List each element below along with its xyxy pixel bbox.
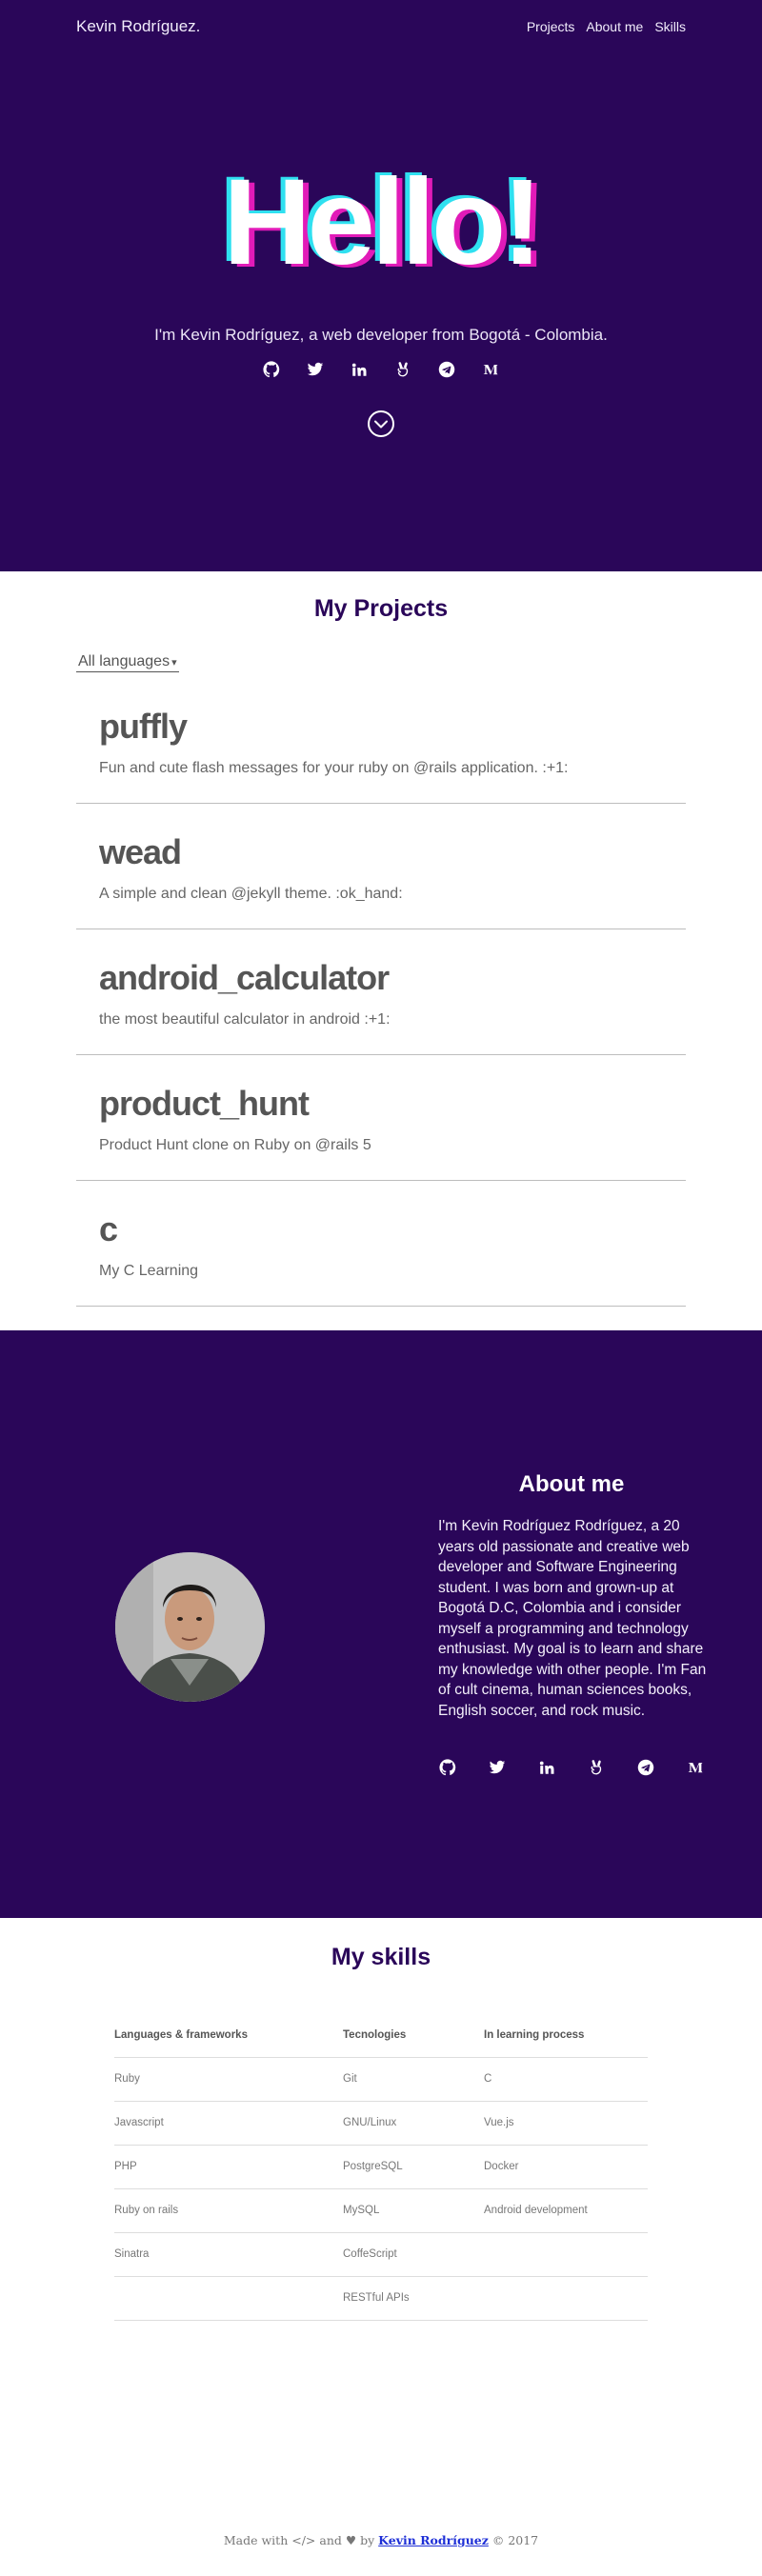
heart-icon: ♥ bbox=[345, 2533, 357, 2547]
github-icon[interactable] bbox=[262, 360, 281, 379]
project-item[interactable]: product_hunt Product Hunt clone on Ruby … bbox=[76, 1055, 686, 1181]
footer-by: by bbox=[360, 2533, 375, 2547]
table-row: PHP PostgreSQL Docker bbox=[114, 2145, 648, 2189]
projects-section: My Projects All languages ▾ puffly Fun an… bbox=[0, 571, 762, 1330]
medium-icon[interactable] bbox=[481, 360, 500, 379]
column-header: Tecnologies bbox=[343, 2013, 484, 2058]
project-item[interactable]: c My C Learning bbox=[76, 1181, 686, 1307]
nav-link-skills[interactable]: Skills bbox=[654, 19, 686, 34]
footer: Made with </> and ♥ by Kevin Rodríguez ©… bbox=[0, 2533, 762, 2547]
skills-title: My skills bbox=[331, 1944, 431, 1970]
about-section: About me I'm Kevin Rodríguez Rodríguez, … bbox=[0, 1330, 762, 1918]
linkedin-icon[interactable] bbox=[350, 360, 369, 379]
table-cell: MySQL bbox=[343, 2188, 484, 2233]
project-name[interactable]: c bbox=[99, 1209, 663, 1249]
table-cell bbox=[484, 2276, 648, 2321]
table-cell: Ruby bbox=[114, 2057, 343, 2102]
nav-links: Projects About me Skills bbox=[527, 19, 686, 34]
footer-copyright: © 2017 bbox=[491, 2533, 539, 2547]
about-title: About me bbox=[518, 1471, 625, 1497]
scroll-down-icon[interactable] bbox=[367, 409, 395, 438]
table-cell: Ruby on rails bbox=[114, 2188, 343, 2233]
language-filter-value: All languages bbox=[78, 653, 170, 669]
project-name[interactable]: product_hunt bbox=[99, 1084, 663, 1124]
column-header: Languages & frameworks bbox=[114, 2013, 343, 2058]
table-cell: GNU/Linux bbox=[343, 2101, 484, 2146]
table-cell: Javascript bbox=[114, 2101, 343, 2146]
angellist-icon[interactable] bbox=[393, 360, 412, 379]
linkedin-icon[interactable] bbox=[537, 1758, 556, 1777]
project-description: Product Hunt clone on Ruby on @rails 5 bbox=[99, 1137, 371, 1153]
brand-logo[interactable]: Kevin Rodríguez. bbox=[76, 17, 200, 36]
table-cell: Android development bbox=[484, 2188, 648, 2233]
nav-link-about-me[interactable]: About me bbox=[586, 19, 643, 34]
angellist-icon[interactable] bbox=[587, 1758, 606, 1777]
table-row: Javascript GNU/Linux Vue.js bbox=[114, 2101, 648, 2146]
about-text: I'm Kevin Rodríguez Rodríguez, a 20 year… bbox=[438, 1518, 707, 1719]
project-name[interactable]: puffly bbox=[99, 707, 663, 747]
table-cell: PostgreSQL bbox=[343, 2145, 484, 2189]
page: Kevin Rodríguez. Projects About me Skill… bbox=[0, 0, 762, 2576]
projects-title: My Projects bbox=[313, 595, 449, 622]
medium-icon[interactable] bbox=[686, 1758, 705, 1777]
language-filter-select[interactable]: All languages ▾ bbox=[76, 653, 179, 672]
footer-made-with: Made with bbox=[223, 2533, 289, 2547]
table-cell: RESTful APIs bbox=[343, 2276, 484, 2321]
project-item[interactable]: puffly Fun and cute flash messages for y… bbox=[76, 678, 686, 804]
project-name[interactable]: wead bbox=[99, 832, 663, 872]
code-icon: </> bbox=[291, 2533, 316, 2547]
table-row: Ruby Git C bbox=[114, 2057, 648, 2102]
twitter-icon[interactable] bbox=[488, 1758, 507, 1777]
hero-section: Kevin Rodríguez. Projects About me Skill… bbox=[0, 0, 762, 571]
chevron-down-icon: ▾ bbox=[171, 657, 177, 669]
project-description: Fun and cute flash messages for your rub… bbox=[99, 760, 569, 776]
telegram-icon[interactable] bbox=[636, 1758, 655, 1777]
table-cell: Docker bbox=[484, 2145, 648, 2189]
footer-author-link[interactable]: Kevin Rodríguez bbox=[378, 2533, 489, 2547]
project-item[interactable]: wead A simple and clean @jekyll theme. :… bbox=[76, 804, 686, 929]
github-icon[interactable] bbox=[438, 1758, 457, 1777]
project-list: puffly Fun and cute flash messages for y… bbox=[76, 678, 686, 1307]
column-header: In learning process bbox=[484, 2013, 648, 2058]
table-cell: CoffeScript bbox=[343, 2232, 484, 2277]
table-row: RESTful APIs bbox=[114, 2276, 648, 2321]
table-cell: C bbox=[484, 2057, 648, 2102]
table-cell: Git bbox=[343, 2057, 484, 2102]
table-row: Sinatra CoffeScript bbox=[114, 2232, 648, 2277]
hero-social-links bbox=[0, 360, 762, 379]
skills-section: My skills Languages & frameworks Tecnolo… bbox=[0, 1918, 762, 2576]
table-cell bbox=[114, 2276, 343, 2321]
table-cell: Vue.js bbox=[484, 2101, 648, 2146]
nav-link-projects[interactable]: Projects bbox=[527, 19, 575, 34]
hero-tagline: I'm Kevin Rodríguez, a web developer fro… bbox=[154, 326, 608, 344]
hero-greeting: Hello! bbox=[223, 154, 543, 290]
twitter-icon[interactable] bbox=[306, 360, 325, 379]
project-description: A simple and clean @jekyll theme. :ok_ha… bbox=[99, 886, 403, 902]
project-description: My C Learning bbox=[99, 1263, 199, 1279]
table-cell: Sinatra bbox=[114, 2232, 343, 2277]
project-item[interactable]: android_calculator the most beautiful ca… bbox=[76, 929, 686, 1055]
project-name[interactable]: android_calculator bbox=[99, 958, 663, 998]
telegram-icon[interactable] bbox=[437, 360, 456, 379]
footer-and: and bbox=[319, 2533, 342, 2547]
about-social-links bbox=[438, 1758, 705, 1777]
table-cell: PHP bbox=[114, 2145, 343, 2189]
table-row: Ruby on rails MySQL Android development bbox=[114, 2188, 648, 2233]
project-description: the most beautiful calculator in android… bbox=[99, 1011, 391, 1028]
profile-photo bbox=[115, 1552, 265, 1702]
top-nav: Kevin Rodríguez. Projects About me Skill… bbox=[76, 17, 686, 36]
table-header-row: Languages & frameworks Tecnologies In le… bbox=[114, 2013, 648, 2058]
table-cell bbox=[484, 2232, 648, 2277]
skills-table: Languages & frameworks Tecnologies In le… bbox=[114, 2013, 648, 2321]
